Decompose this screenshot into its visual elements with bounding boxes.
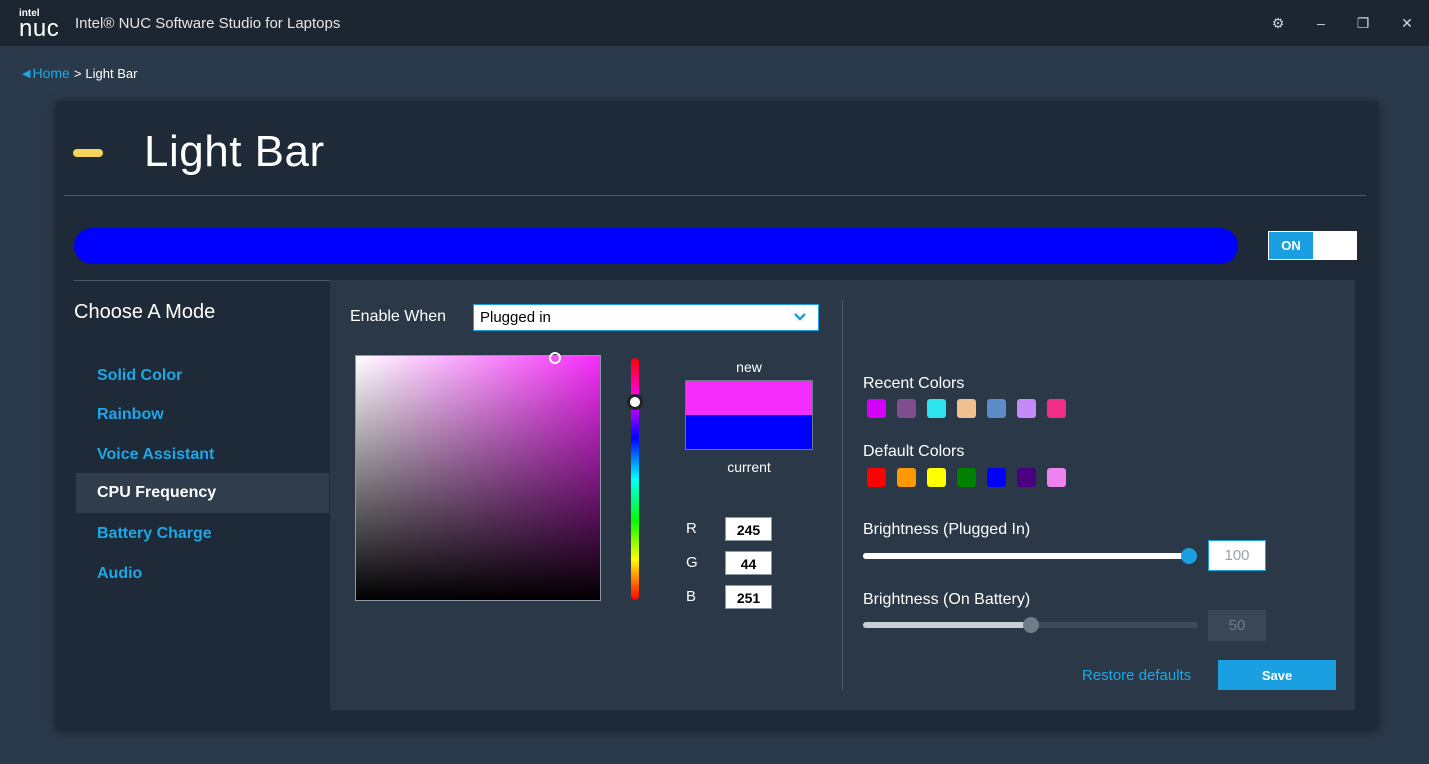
default-color-chip[interactable] <box>987 468 1006 487</box>
recent-color-chip[interactable] <box>957 399 976 418</box>
mode-voice-assistant[interactable]: Voice Assistant <box>76 435 329 475</box>
recent-color-chip[interactable] <box>897 399 916 418</box>
red-input[interactable]: 245 <box>725 517 772 541</box>
brightness-plugged-slider[interactable] <box>863 548 1197 564</box>
brightness-battery-thumb[interactable] <box>1022 617 1039 633</box>
default-color-chip[interactable] <box>867 468 886 487</box>
new-color-label: new <box>736 359 762 375</box>
brightness-plugged-value[interactable]: 100 <box>1208 540 1266 571</box>
new-color-swatch <box>685 380 813 415</box>
minimize-icon[interactable]: – <box>1310 12 1332 34</box>
blue-label: B <box>686 588 697 605</box>
title-bar: intel nuc Intel® NUC Software Studio for… <box>0 0 1429 46</box>
enable-when-select[interactable]: Plugged in <box>473 304 819 331</box>
save-button[interactable]: Save <box>1218 660 1336 690</box>
brightness-battery-fill <box>863 622 1031 628</box>
recent-color-chip[interactable] <box>867 399 886 418</box>
current-color-label: current <box>727 459 771 475</box>
breadcrumb: ◀ Home > Light Bar <box>22 65 137 81</box>
recent-color-chip[interactable] <box>1047 399 1066 418</box>
blue-input[interactable]: 251 <box>725 585 772 609</box>
recent-color-chip[interactable] <box>987 399 1006 418</box>
restore-window-icon[interactable]: ❐ <box>1352 12 1374 34</box>
default-color-chip[interactable] <box>927 468 946 487</box>
page-title: Light Bar <box>144 127 325 176</box>
current-color-swatch <box>685 415 813 450</box>
red-label: R <box>686 520 697 537</box>
light-bar-preview <box>74 228 1238 264</box>
brightness-plugged-fill <box>863 553 1189 559</box>
saturation-value-cursor[interactable] <box>549 352 561 364</box>
mode-rainbow[interactable]: Rainbow <box>76 395 329 435</box>
default-color-chip[interactable] <box>957 468 976 487</box>
logo-nuc-text: nuc <box>19 15 60 42</box>
mode-cpu-frequency[interactable]: CPU Frequency <box>76 473 329 513</box>
green-input[interactable]: 44 <box>725 551 772 575</box>
brightness-battery-label: Brightness (On Battery) <box>863 591 1031 608</box>
modes-divider <box>74 280 330 281</box>
mode-audio[interactable]: Audio <box>76 554 329 594</box>
brightness-battery-value[interactable]: 50 <box>1208 610 1266 641</box>
app-title: Intel® NUC Software Studio for Laptops <box>75 15 341 32</box>
recent-colors-list <box>867 399 1066 418</box>
breadcrumb-separator: > <box>73 65 82 81</box>
light-bar-icon <box>73 149 103 157</box>
close-icon[interactable]: ✕ <box>1396 12 1418 34</box>
saturation-value-picker[interactable] <box>355 352 601 601</box>
breadcrumb-home-link[interactable]: Home <box>32 65 69 81</box>
hue-slider-thumb[interactable] <box>627 394 643 410</box>
brightness-plugged-thumb[interactable] <box>1181 548 1197 564</box>
intel-nuc-logo: intel nuc <box>19 9 67 42</box>
enable-when-value: Plugged in <box>480 309 551 326</box>
brightness-plugged-label: Brightness (Plugged In) <box>863 521 1031 538</box>
recent-colors-label: Recent Colors <box>863 375 965 392</box>
restore-defaults-link[interactable]: Restore defaults <box>1082 667 1191 684</box>
light-bar-card: Light Bar ON Choose A Mode Solid Color R… <box>56 101 1378 729</box>
chevron-down-icon <box>794 313 806 321</box>
default-colors-list <box>867 468 1066 487</box>
back-arrow-icon[interactable]: ◀ <box>22 67 30 80</box>
settings-icon[interactable]: ⚙ <box>1267 12 1289 34</box>
title-divider <box>64 195 1366 196</box>
mode-battery-charge[interactable]: Battery Charge <box>76 514 329 554</box>
recent-color-chip[interactable] <box>1017 399 1036 418</box>
power-toggle-on-label: ON <box>1269 232 1313 259</box>
enable-when-label: Enable When <box>350 308 447 325</box>
power-toggle[interactable]: ON <box>1268 231 1357 260</box>
default-color-chip[interactable] <box>1047 468 1066 487</box>
panel-divider <box>842 300 843 690</box>
brightness-battery-slider[interactable] <box>863 617 1198 633</box>
default-colors-label: Default Colors <box>863 443 965 460</box>
breadcrumb-current: Light Bar <box>85 65 138 81</box>
mode-settings-panel: Enable When Plugged in new current R 245… <box>330 280 1355 710</box>
default-color-chip[interactable] <box>897 468 916 487</box>
recent-color-chip[interactable] <box>927 399 946 418</box>
mode-solid-color[interactable]: Solid Color <box>76 356 329 396</box>
modes-title: Choose A Mode <box>74 301 216 323</box>
default-color-chip[interactable] <box>1017 468 1036 487</box>
green-label: G <box>686 554 698 571</box>
power-toggle-knob <box>1313 232 1356 259</box>
